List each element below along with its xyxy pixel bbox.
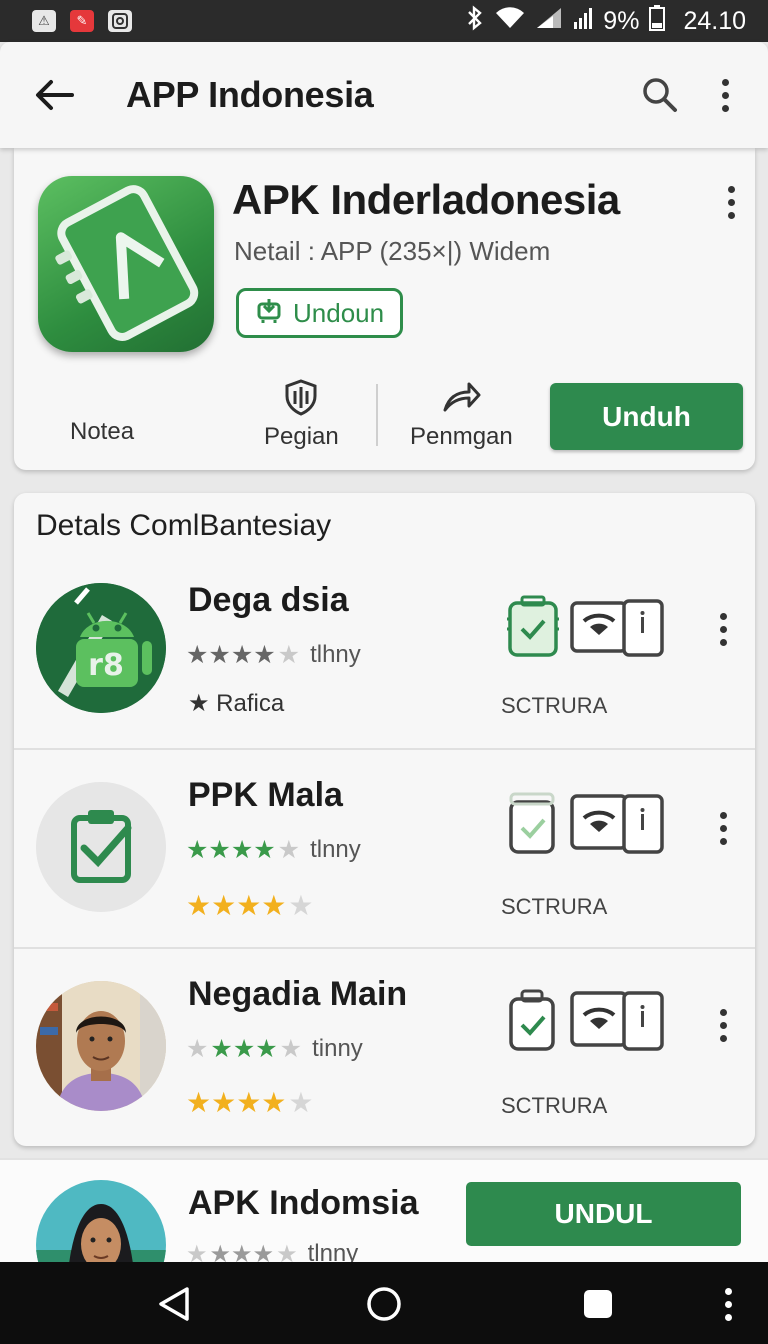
promo-download-button[interactable]: UNDUL bbox=[466, 1182, 741, 1246]
action-share[interactable]: Penmgan bbox=[410, 378, 513, 451]
app-detail-card: APK Inderladonesia Netail : APP (235×|) … bbox=[14, 148, 755, 470]
rating-stars: ★ ★★★ ★ tinny bbox=[186, 1034, 363, 1063]
rating-label: tlhny bbox=[310, 641, 361, 668]
rating-stars: ★★★★★ tlnny bbox=[186, 835, 361, 864]
app-title: APK Inderladonesia bbox=[232, 176, 620, 223]
item-name: PPK Mala bbox=[188, 776, 343, 814]
rating-stars-gold: ★★★★ ★ bbox=[186, 890, 314, 921]
wifi-icon bbox=[495, 6, 525, 37]
nav-more-icon[interactable] bbox=[706, 1282, 750, 1326]
svg-text:r8: r8 bbox=[88, 648, 124, 683]
item-name: Negadia Main bbox=[188, 975, 408, 1013]
action-share-label: Penmgan bbox=[410, 423, 513, 450]
nav-back-icon[interactable] bbox=[152, 1282, 196, 1326]
battery-percent: 9% bbox=[603, 6, 640, 35]
item-more-icon[interactable] bbox=[720, 1009, 727, 1042]
clock: 24.10 bbox=[683, 6, 746, 35]
more-vert-icon[interactable] bbox=[710, 71, 740, 119]
item-meta: ★ Rafica bbox=[188, 690, 285, 717]
phone-check-icon bbox=[509, 792, 555, 854]
item-more-icon[interactable] bbox=[720, 812, 727, 845]
bluetooth-icon bbox=[465, 4, 485, 38]
card-more-icon[interactable] bbox=[728, 186, 735, 219]
tablet-wifi-icon bbox=[570, 794, 664, 854]
download-badge[interactable]: Undoun bbox=[236, 288, 404, 338]
person-photo-icon bbox=[36, 1180, 166, 1262]
app-logo-icon bbox=[38, 176, 214, 352]
app-subtitle: Netail : APP (235×|) Widem bbox=[234, 236, 551, 266]
clipboard-check-icon bbox=[36, 782, 166, 912]
phone-check-icon bbox=[509, 989, 555, 1051]
signal-icon bbox=[535, 6, 563, 37]
rating-stars-gold: ★★★★ ★ bbox=[186, 1087, 314, 1118]
app-notification-icon: ✎ bbox=[70, 10, 94, 32]
action-notes-label: Notea bbox=[70, 418, 135, 445]
promo-title: APK Indomsia bbox=[188, 1184, 419, 1222]
tablet-wifi-icon bbox=[570, 991, 664, 1051]
tablet-wifi-icon bbox=[570, 599, 664, 657]
rating-stars: ★★★★ ★ tlhny bbox=[186, 640, 361, 669]
list-item[interactable]: PPK Mala ★★★★ ★ tlnny ★★★★ ★ SCTRURA bbox=[14, 752, 755, 949]
download-badge-label: Undoun bbox=[293, 297, 385, 328]
person-photo-icon bbox=[36, 981, 166, 1111]
device-icons bbox=[506, 989, 666, 1053]
device-icons bbox=[506, 792, 666, 856]
shield-icon bbox=[282, 378, 320, 423]
nav-home-icon[interactable] bbox=[362, 1282, 406, 1326]
status-bar: ⚠ ✎ 9% 24.10 bbox=[0, 0, 768, 42]
search-icon[interactable] bbox=[636, 71, 684, 119]
app-bar: APP Indonesia bbox=[0, 42, 768, 148]
promo-banner[interactable]: APK Indomsia ★ ★★★ ★ tlnny UNDUL bbox=[0, 1158, 768, 1262]
action-notes[interactable]: Notea bbox=[70, 418, 134, 446]
item-category: SCTRURA bbox=[501, 894, 608, 919]
item-category: SCTRURA bbox=[501, 693, 608, 718]
item-more-icon[interactable] bbox=[720, 613, 727, 646]
battery-icon bbox=[649, 4, 666, 38]
action-divider bbox=[376, 384, 378, 446]
install-button[interactable]: Unduh bbox=[550, 383, 743, 450]
list-item[interactable]: Negadia Main ★ ★★★ ★ tinny ★★★★ ★ SCTRURA bbox=[14, 951, 755, 1146]
android-logo-icon: r8 bbox=[36, 583, 166, 713]
rating-stars: ★★★★★ tlnny bbox=[186, 1240, 358, 1262]
action-pegian-label: Pegian bbox=[264, 423, 339, 450]
nav-recents-icon[interactable] bbox=[576, 1282, 620, 1326]
item-category: SCTRURA bbox=[501, 1093, 608, 1118]
signal-bars-icon bbox=[573, 6, 593, 37]
system-nav-bar bbox=[0, 1262, 768, 1344]
app-list-card: Detals ComlBantesiay r8 Dega dsia ★★★★ ★ … bbox=[14, 493, 755, 1146]
device-icons bbox=[506, 595, 666, 659]
rating-label: tlnny bbox=[307, 1240, 359, 1262]
item-name: Dega dsia bbox=[188, 581, 349, 619]
notification-icon: ⚠ bbox=[32, 10, 56, 32]
action-pegian[interactable]: Pegian bbox=[264, 378, 339, 451]
list-heading: Detals ComlBantesiay bbox=[36, 509, 332, 542]
rating-label: tinny bbox=[312, 1035, 363, 1062]
rating-label: tlnny bbox=[310, 836, 361, 863]
back-arrow-icon[interactable] bbox=[28, 69, 80, 121]
list-item[interactable]: r8 Dega dsia ★★★★ ★ tlhny ★ Rafica SCTRUR… bbox=[14, 553, 755, 750]
share-icon bbox=[441, 378, 481, 423]
camera-notification-icon bbox=[108, 10, 132, 32]
page-title: APP Indonesia bbox=[126, 74, 374, 115]
download-badge-icon bbox=[255, 296, 283, 331]
phone-check-icon bbox=[507, 595, 559, 657]
action-row: Notea Pegian Penmgan Unduh bbox=[14, 378, 755, 456]
